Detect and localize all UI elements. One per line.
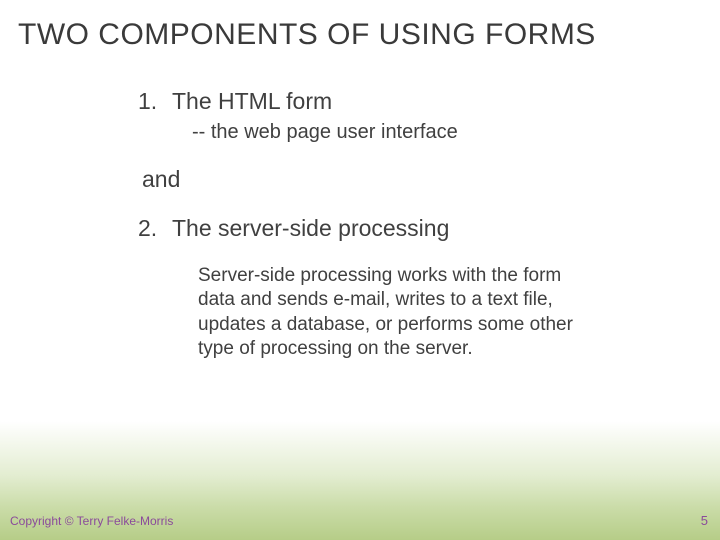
list-item-1: 1. The HTML form [138, 88, 620, 115]
list-item-2-number: 2. [138, 215, 166, 242]
slide-title: TWO COMPONENTS OF USING FORMS [0, 0, 720, 52]
list-item-1-number: 1. [138, 88, 166, 115]
list-item-2-description: Server-side processing works with the fo… [138, 264, 578, 361]
list-item-2-label: The server-side processing [172, 215, 449, 241]
list-item-1-subtext: -- the web page user interface [138, 121, 620, 144]
page-number: 5 [701, 513, 708, 528]
slide-body: 1. The HTML form -- the web page user in… [0, 52, 620, 361]
copyright-text: Copyright © Terry Felke-Morris [10, 514, 173, 528]
list-item-2: 2. The server-side processing [138, 215, 620, 242]
connector-text: and [138, 166, 620, 193]
list-item-1-label: The HTML form [172, 88, 332, 114]
